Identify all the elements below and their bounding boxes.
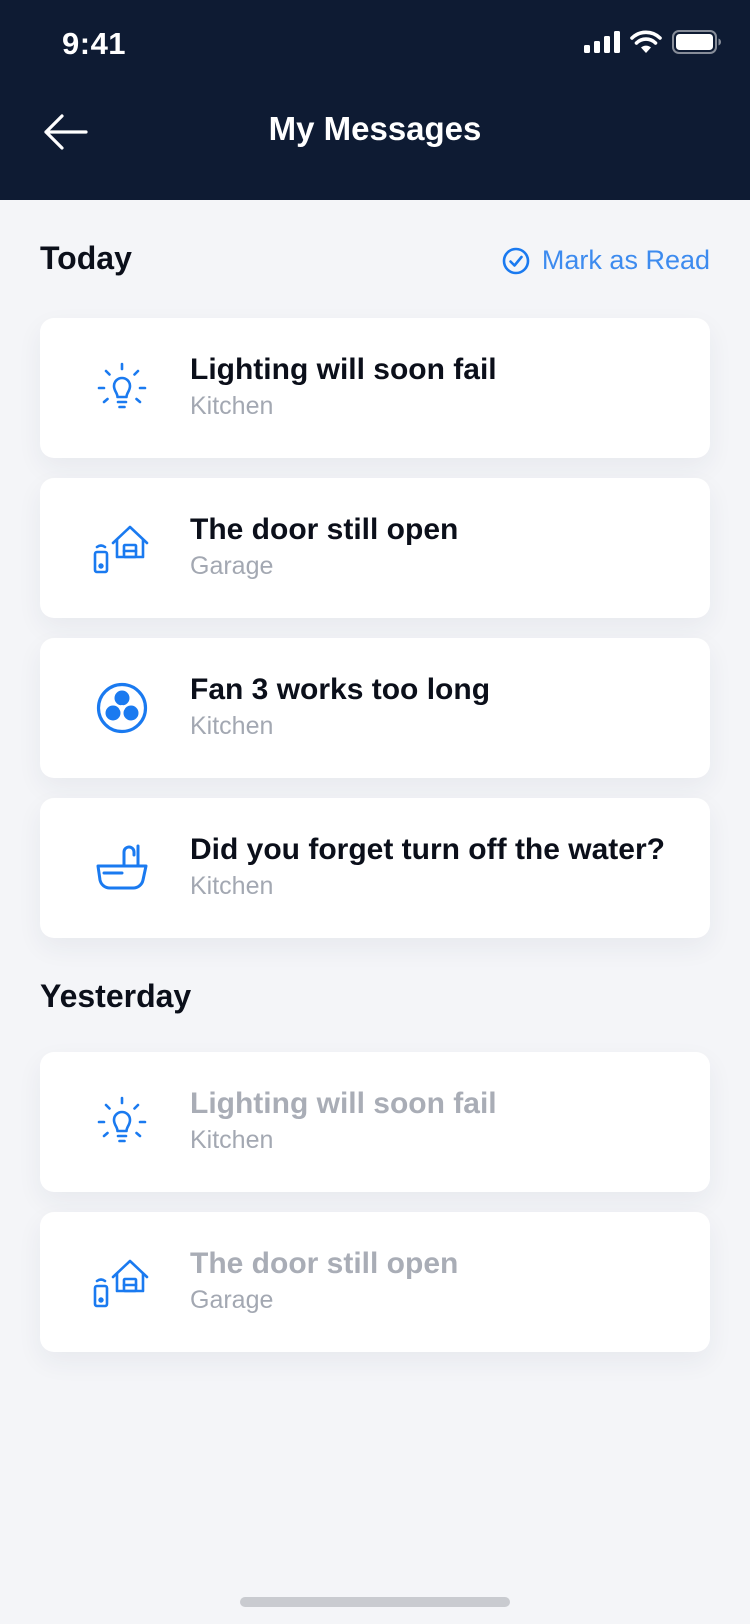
section-title-yesterday: Yesterday: [40, 978, 192, 1014]
message-card[interactable]: The door still open Garage: [40, 478, 710, 618]
message-card[interactable]: The door still open Garage: [40, 1212, 710, 1352]
section-title-today: Today: [40, 240, 132, 276]
message-title: Lighting will soon fail: [190, 353, 497, 386]
home-indicator: [240, 1597, 510, 1607]
signal-icon: [584, 31, 620, 53]
lightbulb-icon: [92, 358, 152, 418]
status-icons: [584, 30, 722, 54]
message-location: Garage: [190, 1286, 274, 1314]
message-location: Kitchen: [190, 392, 274, 420]
message-card[interactable]: Lighting will soon fail Kitchen: [40, 318, 710, 458]
message-title: Fan 3 works too long: [190, 673, 491, 706]
message-card[interactable]: Did you forget turn off the water? Kitch…: [40, 798, 710, 938]
status-time: 9:41: [62, 26, 127, 61]
bathtub-icon: [92, 838, 152, 898]
wifi-icon: [630, 30, 662, 53]
message-card[interactable]: Lighting will soon fail Kitchen: [40, 1052, 710, 1192]
page-title: My Messages: [268, 110, 482, 147]
message-location: Kitchen: [190, 712, 274, 740]
message-location: Kitchen: [190, 1126, 274, 1154]
lightbulb-icon: [92, 1092, 152, 1152]
message-title: The door still open: [190, 1247, 459, 1280]
message-location: Garage: [190, 552, 274, 580]
message-title: Lighting will soon fail: [190, 1087, 497, 1120]
check-circle-icon: [502, 247, 530, 274]
message-title: The door still open: [190, 513, 459, 546]
messages-screen: 9:41 My Messages Today Mark as Read Ligh…: [0, 0, 750, 1624]
mark-as-read-label: Mark as Read: [541, 245, 710, 275]
message-title: Did you forget turn off the water?: [190, 833, 665, 866]
mark-as-read-button[interactable]: Mark as Read: [502, 245, 710, 276]
fan-icon: [92, 678, 152, 738]
header: 9:41 My Messages: [0, 0, 750, 200]
message-location: Kitchen: [190, 872, 274, 900]
garage-remote-icon: [92, 1252, 152, 1312]
garage-remote-icon: [92, 518, 152, 578]
battery-icon: [672, 30, 721, 54]
message-card[interactable]: Fan 3 works too long Kitchen: [40, 638, 710, 778]
